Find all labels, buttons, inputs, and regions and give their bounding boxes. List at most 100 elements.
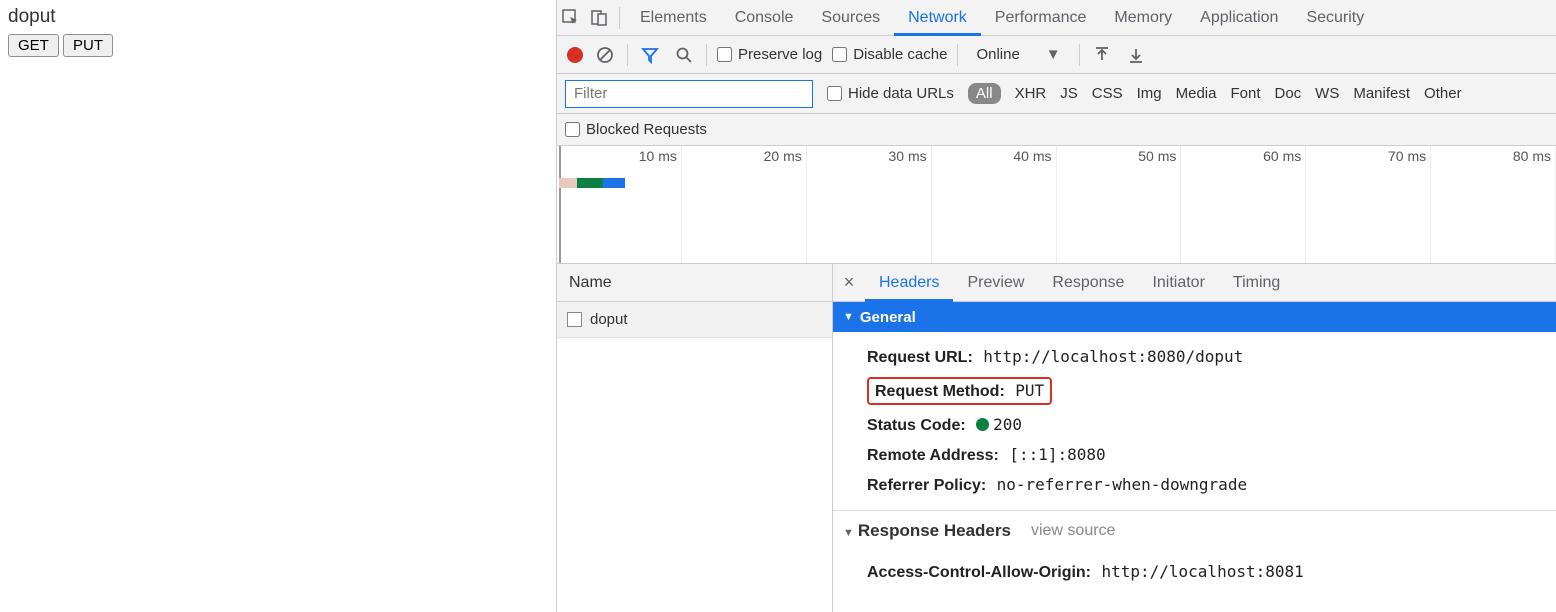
clear-icon[interactable]: [593, 43, 617, 67]
upload-har-icon[interactable]: [1090, 43, 1114, 67]
chevron-down-icon: ▼: [1046, 46, 1061, 63]
detail-tab-preview[interactable]: Preview: [953, 264, 1038, 302]
request-method-row: Request Method: PUT: [867, 372, 1556, 410]
referrer-policy-value: no-referrer-when-downgrade: [997, 475, 1247, 494]
put-button[interactable]: PUT: [63, 34, 113, 57]
page-title: doput: [8, 6, 548, 28]
tab-application[interactable]: Application: [1186, 0, 1292, 36]
disable-cache-checkbox[interactable]: Disable cache: [832, 46, 947, 63]
request-row[interactable]: doput: [557, 302, 832, 338]
acao-value: http://localhost:8081: [1101, 562, 1303, 581]
blocked-requests-checkbox[interactable]: Blocked Requests: [565, 121, 707, 138]
preserve-log-checkbox[interactable]: Preserve log: [717, 46, 822, 63]
triangle-down-icon: ▼: [843, 527, 854, 539]
tab-security[interactable]: Security: [1292, 0, 1378, 36]
detail-tab-bar: × Headers Preview Response Initiator Tim…: [833, 264, 1556, 302]
triangle-down-icon: ▼: [843, 311, 854, 323]
tab-elements[interactable]: Elements: [626, 0, 721, 36]
hide-data-urls-checkbox[interactable]: Hide data URLs: [827, 85, 954, 102]
request-method-value: PUT: [1015, 381, 1044, 400]
referrer-policy-label: Referrer Policy:: [867, 477, 986, 494]
separator: [706, 44, 707, 66]
detail-tab-timing[interactable]: Timing: [1219, 264, 1294, 302]
acao-row: Access-Control-Allow-Origin: http://loca…: [867, 557, 1556, 587]
get-button[interactable]: GET: [8, 34, 59, 57]
detail-tab-response[interactable]: Response: [1038, 264, 1138, 302]
detail-tab-initiator[interactable]: Initiator: [1138, 264, 1218, 302]
tab-memory[interactable]: Memory: [1100, 0, 1186, 36]
tick-label: 60 ms: [1263, 148, 1301, 164]
general-section-header[interactable]: ▼ General: [833, 302, 1556, 332]
filter-bar: Hide data URLs All XHR JS CSS Img Media …: [557, 74, 1556, 114]
request-url-label: Request URL:: [867, 349, 973, 366]
status-code-value: 200: [993, 415, 1022, 434]
filter-css[interactable]: CSS: [1092, 85, 1123, 102]
filter-xhr[interactable]: XHR: [1015, 85, 1047, 102]
device-toggle-icon[interactable]: [585, 0, 613, 36]
acao-label: Access-Control-Allow-Origin:: [867, 564, 1091, 581]
blocked-requests-row: Blocked Requests: [557, 114, 1556, 146]
preserve-log-label: Preserve log: [738, 46, 822, 63]
filter-icon[interactable]: [638, 43, 662, 67]
filter-font[interactable]: Font: [1230, 85, 1260, 102]
tab-network[interactable]: Network: [894, 0, 981, 36]
separator: [619, 7, 620, 29]
tick-label: 80 ms: [1513, 148, 1551, 164]
search-icon[interactable]: [672, 43, 696, 67]
devtools-tab-bar: Elements Console Sources Network Perform…: [557, 0, 1556, 36]
disable-cache-label: Disable cache: [853, 46, 947, 63]
name-header[interactable]: Name: [557, 264, 832, 302]
throttling-select[interactable]: Online ▼: [968, 46, 1068, 63]
request-detail: × Headers Preview Response Initiator Tim…: [833, 264, 1556, 612]
response-headers-section[interactable]: ▼ Response Headers view source: [833, 511, 1556, 547]
record-button[interactable]: [567, 47, 583, 63]
request-name: doput: [590, 311, 628, 328]
timeline-bar: [559, 178, 625, 188]
tick-label: 50 ms: [1138, 148, 1176, 164]
inspect-element-icon[interactable]: [557, 0, 585, 36]
filter-other[interactable]: Other: [1424, 85, 1462, 102]
separator: [627, 44, 628, 66]
devtools-panel: Elements Console Sources Network Perform…: [556, 0, 1556, 612]
file-icon: [567, 312, 582, 327]
remote-address-row: Remote Address: [::1]:8080: [867, 440, 1556, 470]
response-headers-list: Access-Control-Allow-Origin: http://loca…: [833, 547, 1556, 587]
filter-manifest[interactable]: Manifest: [1353, 85, 1410, 102]
blocked-requests-label: Blocked Requests: [586, 121, 707, 138]
filter-media[interactable]: Media: [1176, 85, 1217, 102]
filter-img[interactable]: Img: [1137, 85, 1162, 102]
tick-label: 40 ms: [1013, 148, 1051, 164]
close-detail-icon[interactable]: ×: [833, 272, 865, 293]
separator: [957, 44, 958, 66]
tab-performance[interactable]: Performance: [981, 0, 1101, 36]
throttling-value: Online: [976, 46, 1019, 63]
tab-sources[interactable]: Sources: [807, 0, 894, 36]
request-list: Name doput: [557, 264, 833, 612]
tick-label: 70 ms: [1388, 148, 1426, 164]
tick-label: 10 ms: [639, 148, 677, 164]
download-har-icon[interactable]: [1124, 43, 1148, 67]
network-timeline[interactable]: 10 ms 20 ms 30 ms 40 ms 50 ms 60 ms 70 m…: [557, 146, 1556, 264]
response-headers-label: Response Headers: [858, 521, 1011, 540]
filter-all[interactable]: All: [968, 83, 1001, 104]
detail-tab-headers[interactable]: Headers: [865, 264, 953, 302]
network-lower: Name doput × Headers Preview Response In…: [557, 264, 1556, 612]
tick-label: 30 ms: [889, 148, 927, 164]
hide-data-urls-label: Hide data URLs: [848, 85, 954, 102]
referrer-policy-row: Referrer Policy: no-referrer-when-downgr…: [867, 470, 1556, 500]
view-source-link[interactable]: view source: [1031, 522, 1115, 540]
filter-doc[interactable]: Doc: [1274, 85, 1301, 102]
request-url-value: http://localhost:8080/doput: [983, 347, 1243, 366]
remote-address-value: [::1]:8080: [1009, 445, 1105, 464]
status-code-row: Status Code: 200: [867, 410, 1556, 440]
general-list: Request URL: http://localhost:8080/doput…: [833, 332, 1556, 511]
separator: [1079, 44, 1080, 66]
filter-input[interactable]: [565, 80, 813, 108]
network-toolbar: Preserve log Disable cache Online ▼: [557, 36, 1556, 74]
filter-js[interactable]: JS: [1060, 85, 1078, 102]
request-method-label: Request Method:: [875, 383, 1005, 400]
filter-ws[interactable]: WS: [1315, 85, 1339, 102]
remote-address-label: Remote Address:: [867, 447, 999, 464]
tab-console[interactable]: Console: [721, 0, 808, 36]
status-dot-icon: [976, 418, 989, 431]
